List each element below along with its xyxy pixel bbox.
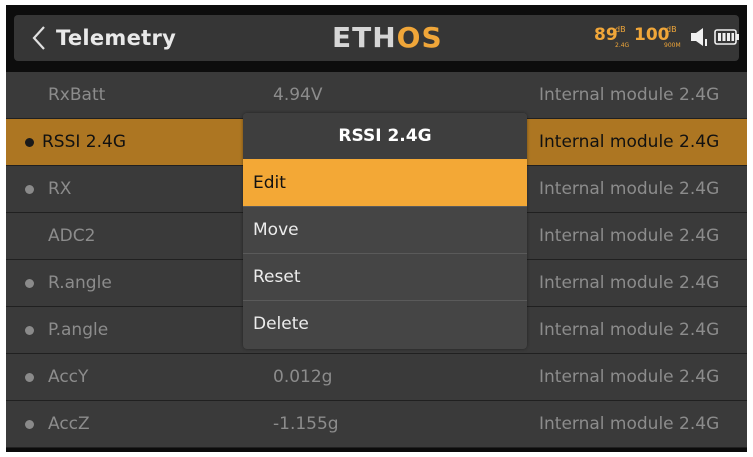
sensor-active-dot-icon — [25, 373, 34, 382]
sensor-source: Internal module 2.4G — [539, 414, 720, 434]
header: Telemetry ETHOS 89 dB 2.4G 100 dB 900M — [6, 5, 747, 72]
sensor-value: -1.155g — [273, 414, 339, 434]
sensor-active-dot-icon — [25, 138, 34, 147]
logo-part2: OS — [396, 21, 443, 54]
header-bar: Telemetry ETHOS 89 dB 2.4G 100 dB 900M — [14, 15, 739, 61]
menu-items: Edit Move Reset Delete — [243, 159, 527, 347]
sensor-source: Internal module 2.4G — [539, 367, 720, 387]
sensor-row[interactable]: RxBatt 4.94V Internal module 2.4G — [6, 72, 747, 119]
menu-item-delete[interactable]: Delete — [243, 300, 527, 347]
sensor-name: AccY — [48, 367, 89, 387]
telemetry-screen: Telemetry ETHOS 89 dB 2.4G 100 dB 900M R… — [6, 5, 747, 452]
sensor-value: 4.94V — [273, 85, 323, 105]
sensor-source: Internal module 2.4G — [539, 179, 720, 199]
menu-item-edit[interactable]: Edit — [243, 159, 527, 206]
rssi-24-unit: dB — [615, 25, 626, 34]
menu-item-move[interactable]: Move — [243, 206, 527, 253]
sensor-active-dot-icon — [25, 420, 34, 429]
sensor-source: Internal module 2.4G — [539, 320, 720, 340]
speaker-icon[interactable] — [690, 26, 710, 48]
sensor-source: Internal module 2.4G — [539, 273, 720, 293]
sensor-name: ADC2 — [48, 226, 96, 246]
menu-item-reset[interactable]: Reset — [243, 253, 527, 300]
sensor-active-dot-icon — [25, 279, 34, 288]
rssi-900-unit: dB — [666, 25, 677, 34]
sensor-active-dot-icon — [25, 185, 34, 194]
sensor-source: Internal module 2.4G — [539, 85, 720, 105]
menu-title: RSSI 2.4G — [243, 113, 527, 159]
sensor-name: RSSI 2.4G — [42, 132, 127, 152]
context-menu: RSSI 2.4G Edit Move Reset Delete — [243, 113, 527, 349]
battery-icon[interactable] — [714, 29, 740, 45]
sensor-name: R.angle — [48, 273, 112, 293]
sensor-name: AccZ — [48, 414, 90, 434]
back-chevron-icon — [32, 26, 45, 50]
sensor-name: RX — [48, 179, 72, 199]
rssi-24-band: 2.4G — [615, 42, 630, 49]
sensor-value: 0.012g — [273, 367, 333, 387]
page-title: Telemetry — [56, 26, 177, 50]
sensor-name: P.angle — [48, 320, 109, 340]
logo-part1: ETH — [332, 21, 397, 54]
sensor-row[interactable]: AccY 0.012g Internal module 2.4G — [6, 354, 747, 401]
sensor-source: Internal module 2.4G — [539, 132, 720, 152]
sensor-row[interactable]: AccZ -1.155g Internal module 2.4G — [6, 401, 747, 448]
back-button[interactable] — [24, 22, 54, 54]
signal-status: 89 dB 2.4G 100 dB 900M — [594, 23, 739, 53]
ethos-logo: ETHOS — [332, 15, 443, 61]
rssi-900-band: 900M — [664, 42, 681, 49]
sensor-name: RxBatt — [48, 85, 106, 105]
sensor-active-dot-icon — [25, 326, 34, 335]
sensor-source: Internal module 2.4G — [539, 226, 720, 246]
